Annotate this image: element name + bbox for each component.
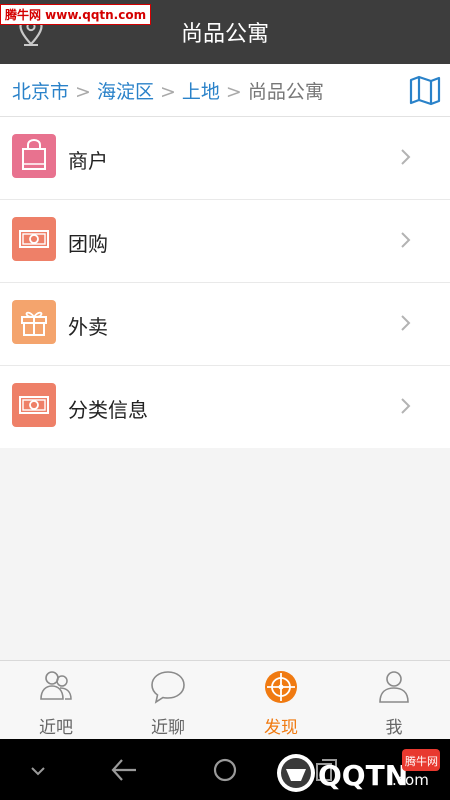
shopping-bag-icon — [22, 138, 46, 170]
page-title: 尚品公寓 — [180, 22, 269, 47]
people-icon — [40, 671, 72, 700]
breadcrumb-district[interactable]: 海淀区 — [97, 81, 154, 103]
home-circle-icon[interactable] — [212, 757, 238, 783]
qqtn-watermark-logo: QQTN .com 腾牛网 — [277, 749, 440, 792]
classifieds-icon-tile — [12, 383, 56, 427]
breadcrumb-area[interactable]: 上地 — [182, 81, 220, 103]
chevron-right-icon — [401, 149, 411, 165]
tab-label: 我 — [385, 718, 403, 738]
compass-target-icon — [265, 671, 297, 703]
tab-label: 近吧 — [39, 718, 73, 738]
chevron-right-icon — [401, 232, 411, 248]
takeout-icon-tile — [12, 300, 56, 344]
chat-bubble-icon — [151, 671, 185, 704]
group-buy-icon-tile — [12, 217, 56, 261]
chevron-down-icon[interactable] — [28, 761, 48, 781]
banknote-icon — [19, 230, 49, 248]
person-icon — [379, 671, 409, 703]
back-arrow-icon[interactable] — [110, 757, 138, 783]
breadcrumb-current: 尚品公寓 — [247, 81, 324, 103]
list-item-label: 团购 — [68, 232, 108, 256]
banknote-icon — [19, 396, 49, 414]
tab-me[interactable]: 我 — [338, 661, 450, 740]
list-item-merchants[interactable]: 商户 — [0, 117, 450, 200]
gift-icon — [21, 311, 47, 336]
chevron-right-icon — [401, 398, 411, 414]
map-icon[interactable] — [408, 73, 442, 107]
list-item-label: 分类信息 — [68, 398, 148, 422]
tab-label: 近聊 — [151, 718, 185, 738]
app-header: 腾牛网 www.qqtn.com 尚品公寓 — [0, 0, 450, 64]
breadcrumb-separator: > — [225, 81, 242, 103]
list-item-label: 商户 — [68, 149, 108, 173]
tab-nearby-bar[interactable]: 近吧 — [0, 661, 112, 740]
tab-label: 发现 — [264, 718, 298, 738]
watermark-site: 腾牛网 — [405, 754, 438, 768]
list-item-takeout[interactable]: 外卖 — [0, 283, 450, 366]
system-nav-bar: QQTN .com 腾牛网 — [0, 739, 450, 800]
chevron-right-icon — [401, 315, 411, 331]
category-list: 商户 团购 外卖 分类信息 — [0, 117, 450, 448]
breadcrumb-city[interactable]: 北京市 — [12, 81, 69, 103]
breadcrumb-separator: > — [75, 81, 91, 103]
bottom-nav: 近吧 近聊 发现 我 — [0, 660, 450, 740]
tab-nearby-chat[interactable]: 近聊 — [112, 661, 224, 740]
breadcrumb-separator: > — [159, 81, 176, 103]
breadcrumb-bar: 北京市 > 海淀区 > 上地 > 尚品公寓 — [0, 64, 450, 117]
list-item-group-buy[interactable]: 团购 — [0, 200, 450, 283]
list-item-label: 外卖 — [68, 315, 108, 339]
merchants-icon-tile — [12, 134, 56, 178]
watermark-suffix: .com — [392, 771, 429, 789]
breadcrumb: 北京市 > 海淀区 > 上地 > 尚品公寓 — [12, 77, 324, 104]
list-item-classifieds[interactable]: 分类信息 — [0, 366, 450, 448]
tab-discover[interactable]: 发现 — [225, 661, 337, 740]
